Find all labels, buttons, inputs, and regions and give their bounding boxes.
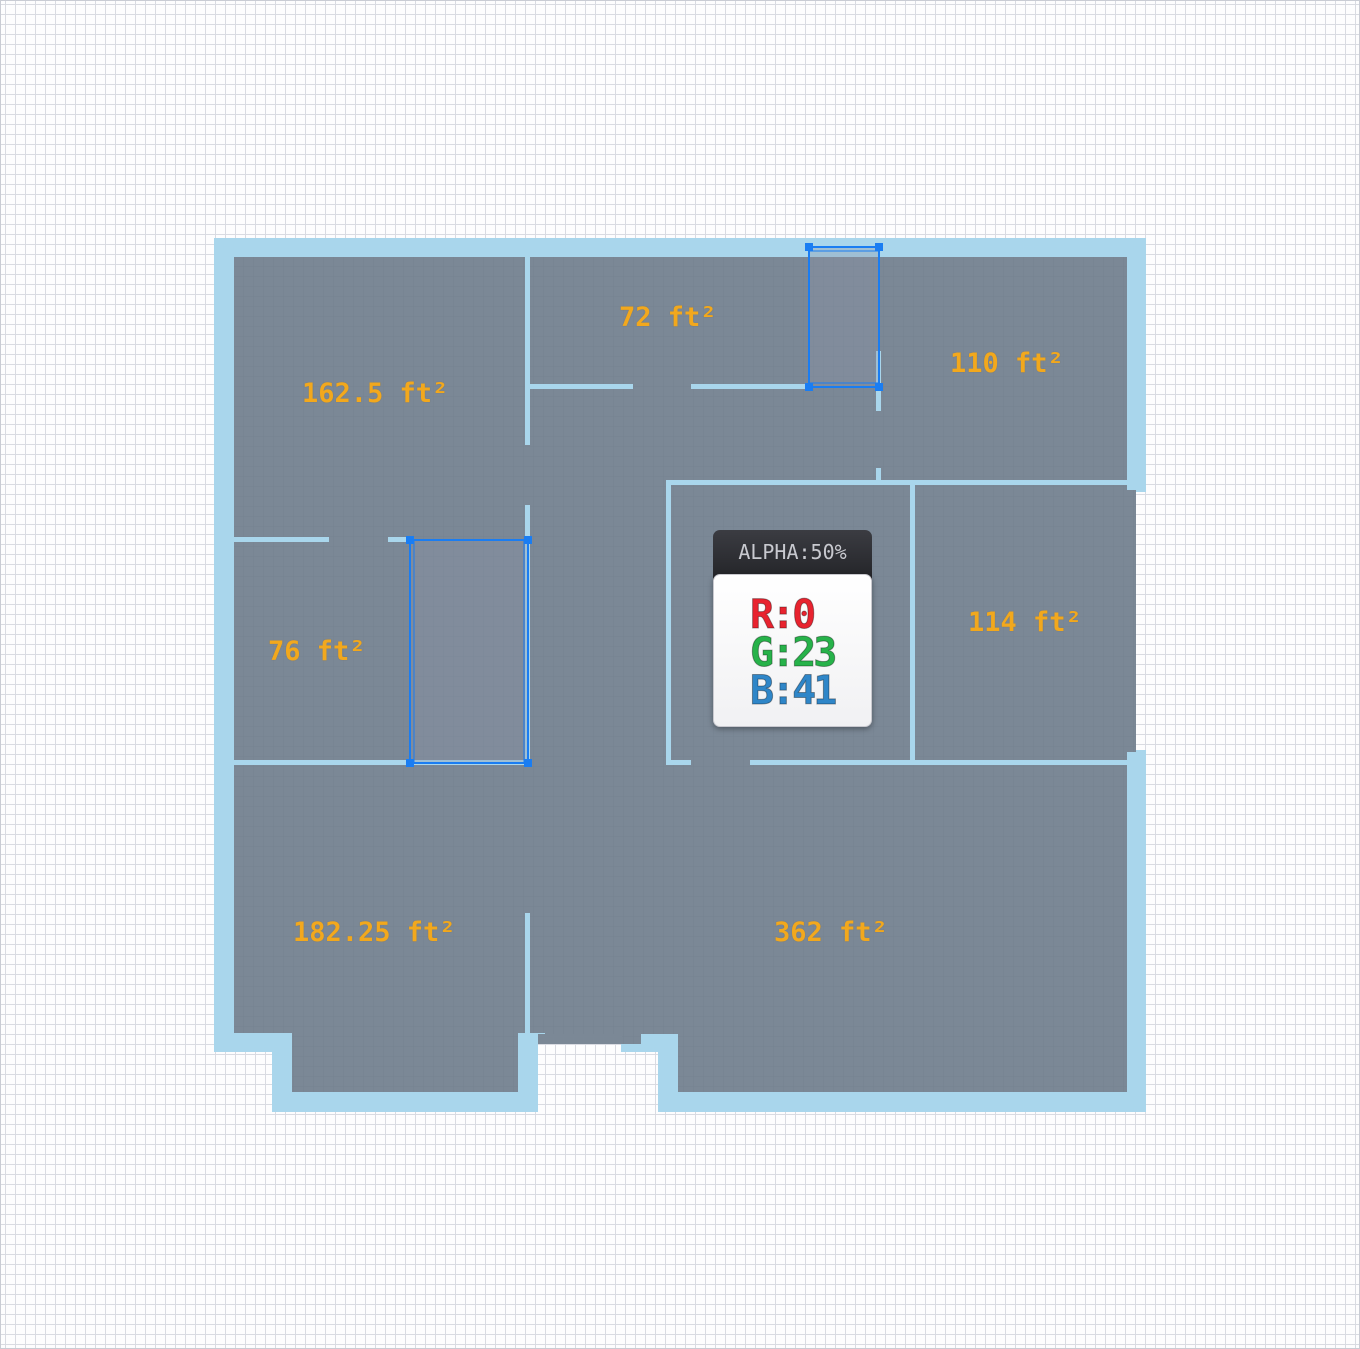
resize-handle[interactable] [805,383,813,391]
resize-handle[interactable] [875,243,883,251]
selected-closet-top[interactable] [805,243,883,391]
room-area-label: 76 ft² [268,636,366,667]
room-area-label: 114 ft² [968,607,1082,638]
wall-h-small-room-right [691,384,809,389]
resize-handle[interactable] [875,383,883,391]
green-value: G:23 [749,630,837,676]
wall-core-bottom-a [666,760,691,765]
resize-handle[interactable] [406,759,414,767]
rgb-panel: R:0 G:23 B:41 [713,574,872,727]
resize-handle[interactable] [805,243,813,251]
wall-core-bottom-b [750,760,1127,765]
resize-handle[interactable] [524,536,532,544]
wall-core-right [910,480,915,765]
wall-h-mid-left-a [234,537,329,542]
wall-v-left-upper [525,257,530,445]
design-canvas[interactable]: 162.5 ft² 72 ft² 110 ft² 76 ft² 114 ft² … [0,0,1360,1349]
room-area-label: 110 ft² [950,348,1064,379]
resize-handle[interactable] [406,536,414,544]
red-value: R:0 [749,592,816,638]
color-info-tooltip: ALPHA:50% R:0 G:23 B:41 [713,530,872,727]
wall-h-small-room-left [530,384,633,389]
room-area-label: 162.5 ft² [302,378,449,409]
wall-v-top-right-stub2 [876,468,881,481]
room-area-label: 182.25 ft² [293,917,456,948]
floor-plan[interactable] [0,0,1360,1349]
blue-value: B:41 [749,668,837,714]
selected-closet-left[interactable] [406,536,532,767]
wall-v-left-lower [525,913,530,1033]
room-area-label: 362 ft² [774,917,888,948]
wall-core-top [666,480,1127,485]
alpha-label: ALPHA:50% [713,530,872,580]
room-area-label: 72 ft² [619,302,717,333]
resize-handle[interactable] [524,759,532,767]
wall-core-left [666,480,671,765]
